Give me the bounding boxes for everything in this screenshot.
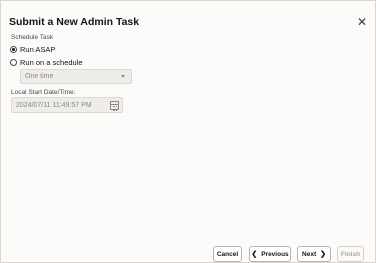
chevron-right-icon: ❯ — [320, 251, 326, 258]
previous-button[interactable]: ❮ Previous — [249, 246, 291, 262]
cancel-button-label: Cancel — [216, 250, 239, 258]
frequency-value: One time — [25, 73, 54, 80]
schedule-task-label: Schedule Task — [11, 34, 54, 41]
run-asap-label: Run ASAP — [20, 45, 56, 54]
chevron-down-icon — [121, 75, 125, 78]
cancel-button[interactable]: Cancel — [213, 246, 242, 262]
dialog-title: Submit a New Admin Task — [9, 16, 140, 28]
close-icon[interactable]: ✕ — [355, 15, 369, 29]
next-button[interactable]: Next ❯ — [297, 246, 331, 262]
radio-run-on-schedule[interactable] — [10, 59, 17, 66]
start-datetime-field[interactable]: 2024/07/11 11:49:57 PM — [11, 97, 123, 113]
finish-button-label: Finish — [340, 250, 361, 258]
finish-button[interactable]: Finish — [337, 246, 364, 262]
run-on-schedule-option[interactable]: Run on a schedule — [10, 58, 83, 67]
start-datetime-label: Local Start Date/Time: — [11, 89, 76, 96]
frequency-select[interactable]: One time — [20, 69, 132, 84]
chevron-left-icon: ❮ — [251, 251, 258, 258]
run-asap-option[interactable]: Run ASAP — [10, 45, 55, 54]
previous-button-label: Previous — [261, 250, 289, 258]
run-on-schedule-label: Run on a schedule — [20, 58, 83, 67]
calendar-icon[interactable] — [110, 101, 119, 111]
next-button-label: Next — [302, 250, 317, 258]
admin-task-dialog: Submit a New Admin Task ✕ Schedule Task … — [0, 0, 376, 263]
radio-run-asap[interactable] — [10, 46, 17, 53]
start-datetime-placeholder: 2024/07/11 11:49:57 PM — [16, 102, 92, 109]
